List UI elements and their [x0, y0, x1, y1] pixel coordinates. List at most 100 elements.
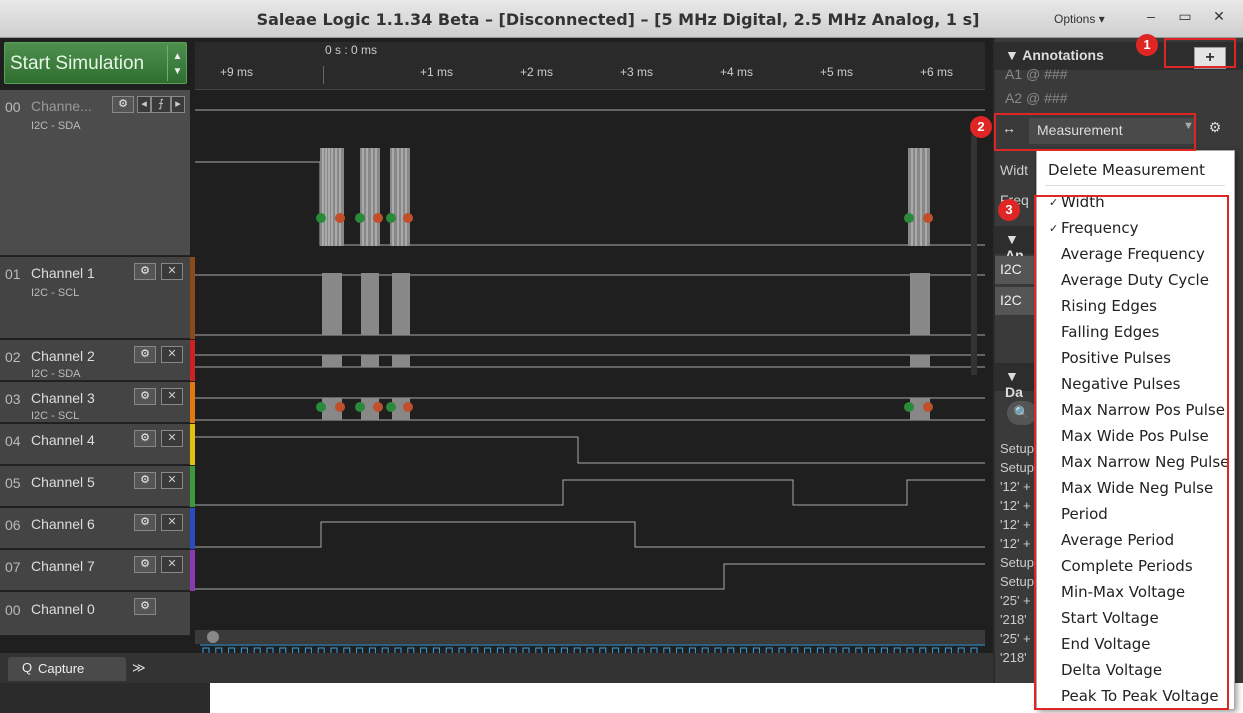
close-icon[interactable]: ✕	[161, 346, 183, 363]
channel-name: Channel 6	[31, 516, 95, 532]
channel-number: 05	[5, 475, 21, 491]
channel-name: Channel 2	[31, 348, 95, 364]
decoded-row[interactable]: Setup	[1000, 555, 1034, 570]
channel-number: 03	[5, 391, 21, 407]
channel-name: Channe...	[31, 98, 92, 114]
waveform-view[interactable]	[195, 90, 985, 670]
decoded-row[interactable]: '12' +	[1000, 536, 1031, 551]
start-simulation-label: Start Simulation	[10, 53, 145, 74]
tick-label: +6 ms	[920, 65, 954, 79]
channel-row-02[interactable]: 02 Channel 2 I2C - SDA ⚙ ✕	[0, 340, 190, 381]
decoded-title: Da	[1005, 384, 1023, 400]
close-icon[interactable]: ✕	[161, 388, 183, 405]
gear-icon[interactable]: ⚙	[134, 346, 156, 363]
channel-row-03[interactable]: 03 Channel 3 I2C - SCL ⚙ ✕	[0, 382, 190, 423]
tick-label: +5 ms	[820, 65, 854, 79]
collapse-icon: ▼	[1005, 231, 1019, 247]
decoded-row[interactable]: '25' +	[1000, 593, 1031, 608]
delete-measurement-item[interactable]: Delete Measurement	[1048, 161, 1205, 179]
scroll-thumb[interactable]	[207, 631, 219, 643]
gear-icon[interactable]: ⚙	[134, 263, 156, 280]
highlight-box-1	[1164, 38, 1236, 68]
tick-label: +4 ms	[720, 65, 754, 79]
analyzer-item[interactable]: I2C	[995, 256, 1035, 284]
expand-tabs-icon[interactable]: ≫	[132, 660, 146, 676]
gear-icon[interactable]: ⚙	[1204, 119, 1226, 143]
channel-row-analog-00[interactable]: 00 Channel 0 ⚙	[0, 592, 190, 636]
decoded-row[interactable]: '218'	[1000, 612, 1027, 627]
channel-number: 07	[5, 559, 21, 575]
highlight-box-3	[1034, 195, 1229, 710]
tick-label: +1 ms	[420, 65, 454, 79]
annotations-title: Annotations	[1022, 47, 1104, 63]
channel-row-01[interactable]: 01 Channel 1 I2C - SCL ⚙ ✕	[0, 257, 190, 339]
tick-label: +3 ms	[620, 65, 654, 79]
options-menu[interactable]: Options ▾	[1054, 12, 1105, 26]
close-icon[interactable]: ✕	[161, 514, 183, 531]
decoded-row[interactable]: Setup	[1000, 441, 1034, 456]
close-icon[interactable]: ✕	[161, 263, 183, 280]
channel-number: 04	[5, 433, 21, 449]
bottom-bar: Q Capture ≫	[0, 653, 993, 683]
gear-icon[interactable]: ⚙	[112, 96, 134, 113]
menu-divider	[1045, 185, 1225, 186]
tick-label: +9 ms	[220, 65, 254, 79]
start-options-arrows[interactable]: ▲ ▼	[167, 45, 187, 81]
horizontal-scrollbar[interactable]	[195, 630, 985, 644]
channel-row-06[interactable]: 06 Channel 6 ⚙ ✕	[0, 508, 190, 549]
decoded-row[interactable]: '218'	[1000, 650, 1027, 665]
close-icon[interactable]: ✕	[161, 430, 183, 447]
gear-icon[interactable]: ⚙	[134, 598, 156, 615]
gear-icon[interactable]: ⚙	[134, 472, 156, 489]
timeline-center-label: 0 s : 0 ms	[325, 43, 378, 57]
channel-row-07[interactable]: 07 Channel 7 ⚙ ✕	[0, 550, 190, 591]
width-label: Widt	[1000, 162, 1028, 178]
channel-sub: I2C - SDA	[31, 368, 81, 380]
decoded-row[interactable]: '12' +	[1000, 479, 1031, 494]
gear-icon[interactable]: ⚙	[134, 556, 156, 573]
channel-sub: I2C - SCL	[31, 287, 80, 299]
capture-label: Capture	[38, 661, 85, 676]
capture-tab[interactable]: Q Capture	[8, 657, 126, 681]
minimize-button[interactable]: –	[1136, 4, 1166, 28]
channel-number: 00	[5, 602, 21, 618]
title-bar: Saleae Logic 1.1.34 Beta – [Disconnected…	[0, 0, 1243, 38]
channel-sub: I2C - SCL	[31, 410, 80, 422]
gear-icon[interactable]: ⚙	[134, 514, 156, 531]
highlight-box-2	[994, 113, 1196, 151]
channel-name: Channel 4	[31, 432, 95, 448]
decoded-row[interactable]: '25' +	[1000, 631, 1031, 646]
window-title: Saleae Logic 1.1.34 Beta – [Disconnected…	[256, 10, 980, 29]
channel-name: Channel 5	[31, 474, 95, 490]
close-icon[interactable]: ✕	[161, 556, 183, 573]
channel-row-00[interactable]: 00 Channe... I2C - SDA ⚙ ◂ ⨍ ▸	[0, 90, 190, 256]
edge-trigger-icon[interactable]: ⨍	[151, 96, 171, 113]
start-simulation-button[interactable]: Start Simulation ▲ ▼	[4, 42, 187, 84]
annotation-a1[interactable]: A1 @ ###	[1005, 66, 1067, 82]
annotation-a2[interactable]: A2 @ ###	[1005, 90, 1067, 106]
close-window-button[interactable]: ✕	[1204, 4, 1234, 28]
channel-row-05[interactable]: 05 Channel 5 ⚙ ✕	[0, 466, 190, 507]
timeline-ruler[interactable]: 0 s : 0 ms +9 ms +1 ms +2 ms +3 ms +4 ms…	[195, 42, 985, 90]
decoded-row[interactable]: Setup	[1000, 574, 1034, 589]
maximize-button[interactable]: ▭	[1170, 4, 1200, 28]
callout-3: 3	[998, 199, 1020, 221]
next-edge-icon[interactable]: ▸	[171, 96, 185, 113]
gear-icon[interactable]: ⚙	[134, 388, 156, 405]
decoded-header[interactable]: ▼ Da	[995, 363, 1035, 400]
analyzers-header[interactable]: ▼ An	[995, 226, 1035, 263]
analyzer-item[interactable]: I2C	[995, 287, 1035, 315]
prev-edge-icon[interactable]: ◂	[137, 96, 151, 113]
collapse-icon: ▼	[1005, 368, 1019, 384]
arrow-down-icon: ▼	[172, 66, 183, 77]
gear-icon[interactable]: ⚙	[134, 430, 156, 447]
decoded-row[interactable]: Setup	[1000, 460, 1034, 475]
channel-sub: I2C - SDA	[31, 120, 81, 132]
close-icon[interactable]: ✕	[161, 472, 183, 489]
callout-2: 2	[970, 116, 992, 138]
search-icon[interactable]: 🔍	[1007, 401, 1037, 425]
decoded-row[interactable]: '12' +	[1000, 498, 1031, 513]
channel-row-04[interactable]: 04 Channel 4 ⚙ ✕	[0, 424, 190, 465]
channel-number: 02	[5, 349, 21, 365]
decoded-row[interactable]: '12' +	[1000, 517, 1031, 532]
